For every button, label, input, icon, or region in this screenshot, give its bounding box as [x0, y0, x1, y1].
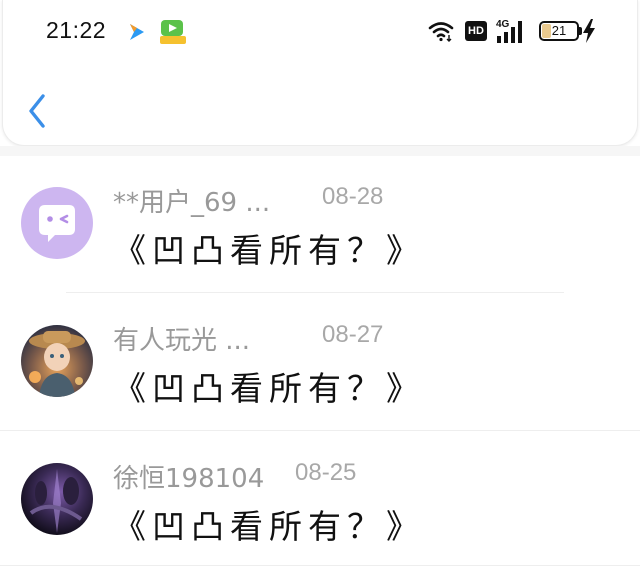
comment-date: 08-28 — [322, 183, 384, 210]
username[interactable]: 徐恒198104 — [113, 458, 264, 495]
network-type-label: 4G — [496, 19, 510, 30]
wifi-icon — [428, 22, 454, 42]
dark-purple-photo — [21, 463, 93, 535]
back-button[interactable] — [23, 92, 53, 130]
avatar[interactable] — [21, 325, 93, 397]
status-time: 21:22 — [46, 17, 107, 43]
status-bar: 21:22 HD 4G 21 — [0, 0, 640, 62]
comment-text: 《凹凸看所有？》 — [113, 369, 425, 408]
list-item[interactable]: **用户_69 ... 08-28 《凹凸看所有？》 — [0, 154, 640, 291]
hd-badge: HD — [465, 21, 487, 41]
video-app-icon — [160, 20, 186, 44]
play-arrow-app-icon — [130, 24, 144, 40]
list-item[interactable]: 有人玩光 ... 08-27 《凹凸看所有？》 — [0, 292, 640, 429]
list-item[interactable]: 徐恒198104 08-25 《凹凸看所有？》 — [0, 430, 640, 567]
battery-percent: 21 — [551, 23, 567, 38]
character-photo — [21, 325, 93, 397]
comment-date: 08-25 — [295, 459, 357, 486]
divider — [0, 565, 640, 566]
username[interactable]: **用户_69 ... — [113, 182, 270, 219]
comment-text: 《凹凸看所有？》 — [113, 507, 425, 546]
avatar[interactable] — [21, 463, 93, 535]
avatar[interactable] — [21, 187, 93, 259]
comment-text: 《凹凸看所有？》 — [113, 231, 425, 270]
chat-bubble-face-icon — [39, 205, 75, 242]
battery-icon: 21 — [539, 21, 579, 41]
username[interactable]: 有人玩光 ... — [113, 320, 250, 357]
comment-date: 08-27 — [322, 321, 384, 348]
chevron-left-icon — [29, 94, 45, 128]
signal-icon: 4G — [496, 19, 522, 43]
charging-bolt-icon — [583, 19, 595, 43]
